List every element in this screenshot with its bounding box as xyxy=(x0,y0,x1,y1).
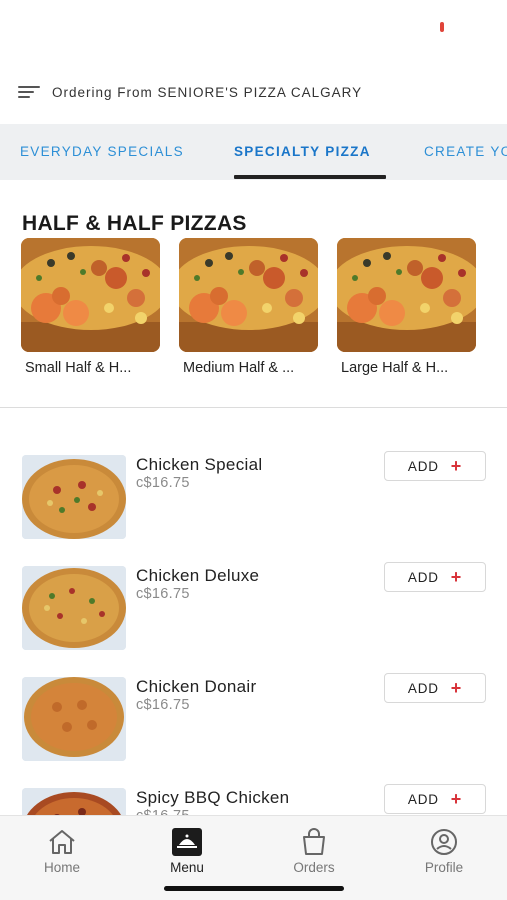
profile-icon xyxy=(431,829,457,855)
pizza-image xyxy=(179,238,318,352)
plus-icon: + xyxy=(450,789,463,809)
nav-label: Profile xyxy=(424,860,464,875)
half-half-card-label: Medium Half & ... xyxy=(183,360,295,376)
add-label: ADD xyxy=(407,680,439,696)
plus-icon: + xyxy=(450,567,463,587)
pizza-thumbnail xyxy=(22,455,126,539)
item-name: Chicken Special xyxy=(136,455,263,474)
menu-item-chicken-deluxe[interactable]: Chicken Deluxe c$16.75 ADD + xyxy=(0,562,507,656)
add-button[interactable]: ADD + xyxy=(384,673,486,703)
ordering-from-label: Ordering From SENIORE'S PIZZA CALGARY xyxy=(52,84,363,100)
home-icon xyxy=(49,830,75,854)
menu-item-chicken-donair[interactable]: Chicken Donair c$16.75 ADD + xyxy=(0,673,507,767)
item-name: Spicy BBQ Chicken xyxy=(136,788,290,807)
add-button[interactable]: ADD + xyxy=(384,562,486,592)
plus-icon: + xyxy=(450,678,463,698)
pizza-image xyxy=(337,238,476,352)
nav-home[interactable]: Home xyxy=(22,828,102,875)
add-label: ADD xyxy=(407,458,439,474)
nav-label: Menu xyxy=(170,860,204,875)
nav-label: Home xyxy=(43,860,80,875)
add-button[interactable]: ADD + xyxy=(384,784,486,814)
menu-cloche-icon xyxy=(172,828,202,856)
nav-profile[interactable]: Profile xyxy=(404,828,484,875)
category-tabs: EVERYDAY SPECIALS SPECIALTY PIZZA CREATE… xyxy=(0,124,507,180)
status-indicator xyxy=(440,22,444,32)
item-name: Chicken Donair xyxy=(136,677,257,696)
item-price: c$16.75 xyxy=(136,697,190,713)
active-tab-underline xyxy=(234,175,386,179)
pizza-thumbnail xyxy=(22,677,126,761)
plus-icon: + xyxy=(450,456,463,476)
item-price: c$16.75 xyxy=(136,475,190,491)
tab-create-your-own[interactable]: CREATE YO xyxy=(424,124,507,180)
section-divider xyxy=(0,407,507,408)
item-price: c$16.75 xyxy=(136,586,190,602)
nav-orders[interactable]: Orders xyxy=(274,828,354,875)
add-button[interactable]: ADD + xyxy=(384,451,486,481)
half-half-card-large[interactable]: Large Half & H... xyxy=(337,238,477,376)
ordering-header[interactable]: Ordering From SENIORE'S PIZZA CALGARY xyxy=(0,72,507,112)
tab-specialty-pizza[interactable]: SPECIALTY PIZZA xyxy=(234,124,371,180)
add-label: ADD xyxy=(407,791,439,807)
half-half-card-small[interactable]: Small Half & H... xyxy=(21,238,161,376)
menu-item-chicken-special[interactable]: Chicken Special c$16.75 ADD + xyxy=(0,451,507,545)
nav-menu[interactable]: Menu xyxy=(147,828,227,875)
shopping-bag-icon xyxy=(303,828,325,855)
half-half-card-medium[interactable]: Medium Half & ... xyxy=(179,238,319,376)
tab-everyday-specials[interactable]: EVERYDAY SPECIALS xyxy=(20,124,184,180)
pizza-image xyxy=(21,238,160,352)
item-name: Chicken Deluxe xyxy=(136,566,260,585)
half-half-card-label: Large Half & H... xyxy=(341,360,449,376)
section-title: HALF & HALF PIZZAS xyxy=(22,212,247,235)
half-half-card-label: Small Half & H... xyxy=(25,360,132,376)
home-indicator-bar xyxy=(164,886,344,891)
filter-menu-icon[interactable] xyxy=(18,84,40,100)
add-label: ADD xyxy=(407,569,439,585)
nav-label: Orders xyxy=(293,860,335,875)
pizza-thumbnail xyxy=(22,566,126,650)
